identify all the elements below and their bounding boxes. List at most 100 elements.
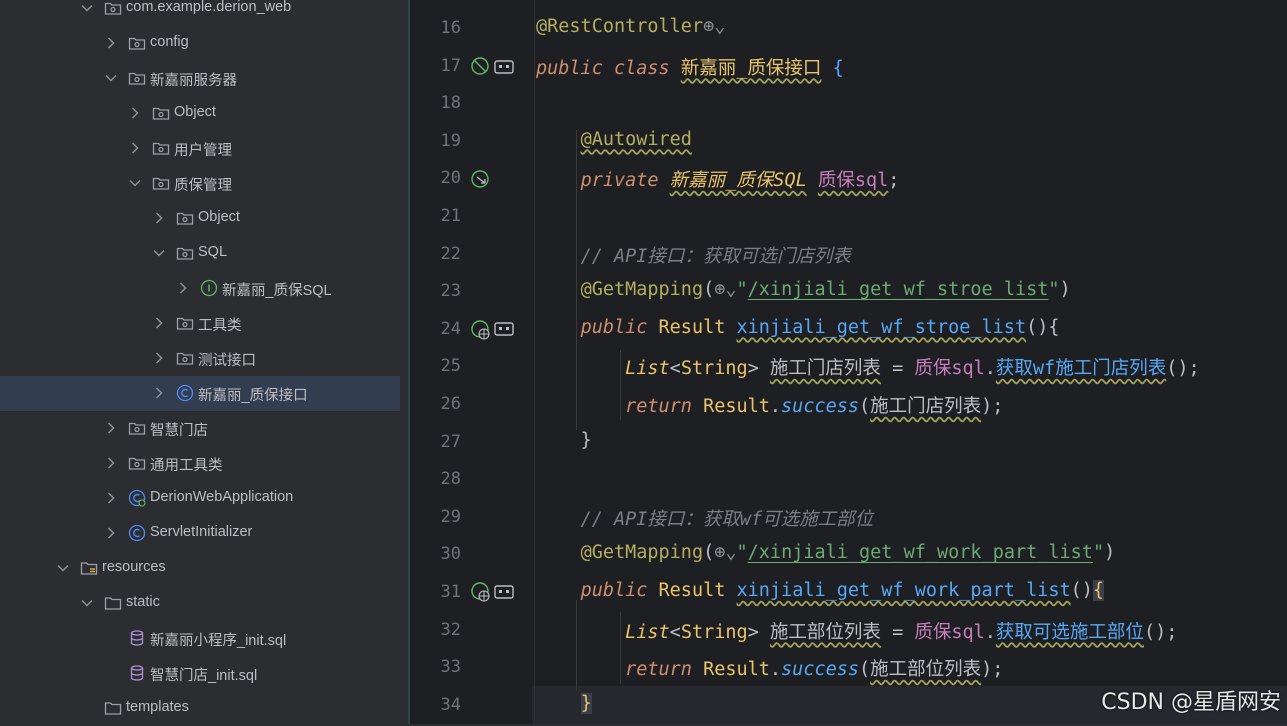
chevron-right-icon[interactable]	[176, 281, 190, 295]
chevron-down-icon[interactable]	[80, 596, 94, 610]
tree-item-label: 用户管理	[174, 143, 232, 159]
chevron-right-icon[interactable]	[104, 491, 118, 505]
chevron-right-icon[interactable]	[152, 316, 166, 330]
tree-item-label: com.example.derion_web	[126, 0, 292, 15]
line-number: 32	[440, 619, 461, 640]
tree-item[interactable]: SQL	[0, 236, 400, 271]
package-icon	[176, 209, 194, 227]
tree-item[interactable]: 智慧门店_init.sql	[0, 656, 400, 691]
package-icon	[176, 314, 194, 332]
spring-class-icon	[128, 489, 146, 507]
package-icon	[176, 244, 194, 262]
code-line[interactable]: public Result xinjiali_get_wf_stroe_list…	[536, 317, 1060, 338]
chevron-right-icon[interactable]	[128, 141, 142, 155]
code-editor[interactable]: 16 @RestController⊕⌄ 17 public class 新嘉丽_质保…	[415, 0, 1287, 724]
code-line[interactable]: return Result.success(施工门店列表);	[536, 392, 1003, 418]
watermark: CSDN @星盾网安	[1101, 690, 1281, 715]
chevron-right-icon[interactable]	[104, 526, 118, 540]
tree-item-label: DerionWebApplication	[150, 489, 294, 505]
tree-item-label: 工具类	[198, 318, 242, 334]
package-icon	[104, 0, 122, 17]
code-line[interactable]: // API接口：获取wf可选施工部位	[536, 505, 874, 531]
tree-item[interactable]: com.example.derion_web	[0, 0, 400, 26]
chevron-down-icon[interactable]	[80, 1, 94, 15]
line-number: 20	[440, 168, 461, 189]
autowired-bean-icon[interactable]	[470, 169, 492, 196]
tree-item[interactable]: static	[0, 586, 400, 621]
folder-icon	[104, 699, 122, 717]
package-icon	[152, 139, 170, 157]
chevron-right-icon[interactable]	[152, 211, 166, 225]
tree-item[interactable]: resources	[0, 551, 400, 586]
class-icon	[176, 384, 194, 402]
chevron-down-icon[interactable]	[128, 176, 142, 190]
code-line[interactable]: @Autowired	[536, 129, 692, 150]
tree-item[interactable]: 新嘉丽小程序_init.sql	[0, 621, 400, 656]
code-line[interactable]: }	[536, 692, 592, 714]
line-number: 33	[440, 657, 461, 678]
tree-item-label: Object	[198, 209, 240, 225]
endpoint-icon[interactable]	[494, 584, 514, 605]
code-line[interactable]: // API接口：获取可选门店列表	[536, 242, 851, 268]
resources-folder-icon	[80, 559, 98, 577]
tree-item[interactable]: 新嘉丽_质保接口	[0, 376, 400, 411]
line-number: 17	[440, 55, 461, 76]
chevron-down-icon[interactable]	[104, 71, 118, 85]
tree-item[interactable]: 新嘉丽服务器	[0, 61, 400, 96]
tree-item[interactable]: 新嘉丽_质保SQL	[0, 271, 400, 306]
chevron-right-icon[interactable]	[104, 456, 118, 470]
code-line[interactable]: return Result.success(施工部位列表);	[536, 655, 1003, 681]
chevron-down-icon[interactable]	[152, 246, 166, 260]
chevron-right-icon[interactable]	[128, 106, 142, 120]
tree-item[interactable]: templates	[0, 691, 400, 726]
package-icon	[152, 104, 170, 122]
code-line[interactable]: public class 新嘉丽_质保接口 {	[536, 54, 844, 80]
tree-item[interactable]: ServletInitializer	[0, 516, 400, 551]
chevron-right-icon[interactable]	[104, 421, 118, 435]
tree-item-label: 新嘉丽_质保SQL	[222, 283, 332, 299]
tree-item[interactable]: 质保管理	[0, 166, 400, 201]
spring-bean-icon[interactable]	[470, 56, 492, 83]
code-line[interactable]: private 新嘉丽_质保SQL 质保sql;	[536, 166, 900, 192]
code-line[interactable]: List<String> 施工门店列表 = 质保sql.获取wf施工门店列表()…	[536, 354, 1200, 380]
code-line[interactable]: public Result xinjiali_get_wf_work_part_…	[536, 580, 1105, 601]
chevron-right-icon[interactable]	[152, 351, 166, 365]
code-line[interactable]: @GetMapping(⊕⌄"/xinjiali_get_wf_stroe_li…	[536, 279, 1071, 300]
tree-item[interactable]: config	[0, 26, 400, 61]
line-number: 30	[440, 544, 461, 565]
tree-item[interactable]: DerionWebApplication	[0, 481, 400, 516]
code-line[interactable]: @RestController⊕⌄	[536, 16, 725, 37]
tree-item[interactable]: 通用工具类	[0, 446, 400, 481]
project-tree: com.example.derion_webconfig 新嘉丽服务器 Object…	[0, 0, 408, 724]
line-number: 28	[440, 469, 461, 490]
line-number: 19	[440, 130, 461, 151]
tree-item[interactable]: 工具类	[0, 306, 400, 341]
chevron-down-icon[interactable]	[56, 561, 70, 575]
tree-item-label: 新嘉丽_质保接口	[198, 388, 308, 404]
tree-item[interactable]: 测试接口	[0, 341, 400, 376]
class-icon	[128, 524, 146, 542]
package-icon	[128, 69, 146, 87]
tree-item[interactable]: Object	[0, 96, 400, 131]
tree-item[interactable]: 用户管理	[0, 131, 400, 166]
chevron-right-icon[interactable]	[104, 36, 118, 50]
chevron-right-icon[interactable]	[152, 386, 166, 400]
tree-item-label: Object	[174, 104, 216, 120]
tree-item[interactable]: 智慧门店	[0, 411, 400, 446]
line-number: 25	[440, 356, 461, 377]
line-number: 29	[440, 506, 461, 527]
line-number: 26	[440, 394, 461, 414]
code-line[interactable]: List<String> 施工部位列表 = 质保sql.获取可选施工部位();	[536, 618, 1177, 644]
tree-item-label: ServletInitializer	[150, 524, 253, 540]
line-number: 31	[440, 582, 461, 602]
panel-divider[interactable]	[408, 0, 415, 724]
code-line[interactable]: }	[536, 430, 592, 451]
endpoint-icon[interactable]	[494, 321, 514, 342]
endpoint-icon[interactable]	[494, 59, 514, 80]
web-endpoint-icon[interactable]	[470, 581, 492, 608]
package-icon	[176, 349, 194, 367]
code-line[interactable]: @GetMapping(⊕⌄"/xinjiali_get_wf_work_par…	[536, 542, 1116, 563]
web-endpoint-icon[interactable]	[470, 319, 492, 346]
tree-item-label: resources	[102, 559, 166, 575]
tree-item[interactable]: Object	[0, 201, 400, 236]
